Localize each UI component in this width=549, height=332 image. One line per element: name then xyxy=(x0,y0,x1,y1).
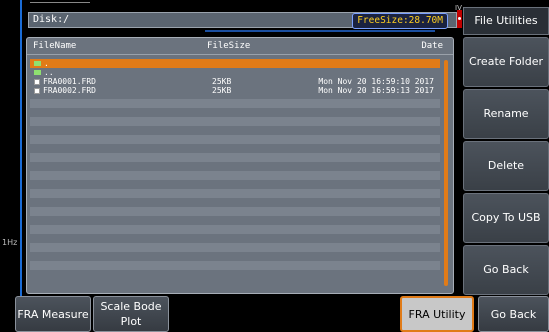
free-size-badge: FreeSize:28.70M xyxy=(352,13,448,29)
right-softkey-menu: File Utilities Create Folder Rename Dele… xyxy=(463,0,549,332)
frequency-label: 1Hz xyxy=(2,238,18,247)
file-name: .. xyxy=(44,68,54,77)
screen-left-edge xyxy=(20,0,22,332)
filesize-column-header: FileSize xyxy=(207,41,251,51)
filename-column-header: FileName xyxy=(33,41,77,51)
file-list-header: FileName FileSize Date xyxy=(27,38,453,55)
empty-row-stripe xyxy=(30,99,440,108)
file-size: 25KB xyxy=(212,77,232,86)
folder-icon xyxy=(34,70,41,75)
file-list-scrollbar[interactable] xyxy=(444,60,448,286)
empty-row-stripe xyxy=(30,225,440,234)
path-bar: Disk:/ FreeSize:28.70M xyxy=(28,12,457,29)
scale-bode-plot-button[interactable]: Scale Bode Plot xyxy=(93,296,169,332)
progress-strip xyxy=(205,30,435,32)
file-date: Mon Nov 20 16:59:10 2017 xyxy=(318,77,434,86)
storage-indicator-icon xyxy=(457,10,462,28)
file-row[interactable]: FRA0002.FRD 25KB Mon Nov 20 16:59:13 201… xyxy=(30,86,440,95)
date-column-header: Date xyxy=(421,41,443,51)
file-name: FRA0001.FRD xyxy=(43,77,96,86)
empty-row-stripe xyxy=(30,207,440,216)
file-row-parent-dir[interactable]: .. xyxy=(30,68,440,77)
file-date: Mon Nov 20 16:59:13 2017 xyxy=(318,86,434,95)
file-size: 25KB xyxy=(212,86,232,95)
file-name: . xyxy=(44,59,49,68)
file-icon xyxy=(34,87,40,94)
file-rows: . .. FRA0001.FRD 25KB Mon Nov 20 16:59:1… xyxy=(30,59,440,95)
file-icon xyxy=(34,78,40,85)
current-path: Disk:/ xyxy=(33,14,70,25)
empty-row-stripe xyxy=(30,261,440,270)
file-row[interactable]: FRA0001.FRD 25KB Mon Nov 20 16:59:10 201… xyxy=(30,77,440,86)
create-folder-button[interactable]: Create Folder xyxy=(463,37,549,87)
empty-row-stripe xyxy=(30,153,440,162)
copy-to-usb-button[interactable]: Copy To USB xyxy=(463,193,549,243)
empty-row-stripe xyxy=(30,117,440,126)
folder-icon xyxy=(34,61,41,66)
fra-measure-button[interactable]: FRA Measure xyxy=(15,296,91,332)
file-name: FRA0002.FRD xyxy=(43,86,96,95)
empty-row-stripe xyxy=(30,171,440,180)
fra-utility-button[interactable]: FRA Utility xyxy=(400,296,474,332)
rename-button[interactable]: Rename xyxy=(463,89,549,139)
file-row-current-dir[interactable]: . xyxy=(30,59,440,68)
top-decoration xyxy=(30,2,90,7)
empty-row-stripe xyxy=(30,243,440,252)
empty-row-stripe xyxy=(30,189,440,198)
delete-button[interactable]: Delete xyxy=(463,141,549,191)
bottom-go-back-button[interactable]: Go Back xyxy=(478,296,549,332)
empty-row-stripe xyxy=(30,135,440,144)
file-list-panel: FileName FileSize Date . .. FRA0001.FRD … xyxy=(26,37,454,294)
go-back-button[interactable]: Go Back xyxy=(463,245,549,295)
menu-title: File Utilities xyxy=(463,7,549,35)
